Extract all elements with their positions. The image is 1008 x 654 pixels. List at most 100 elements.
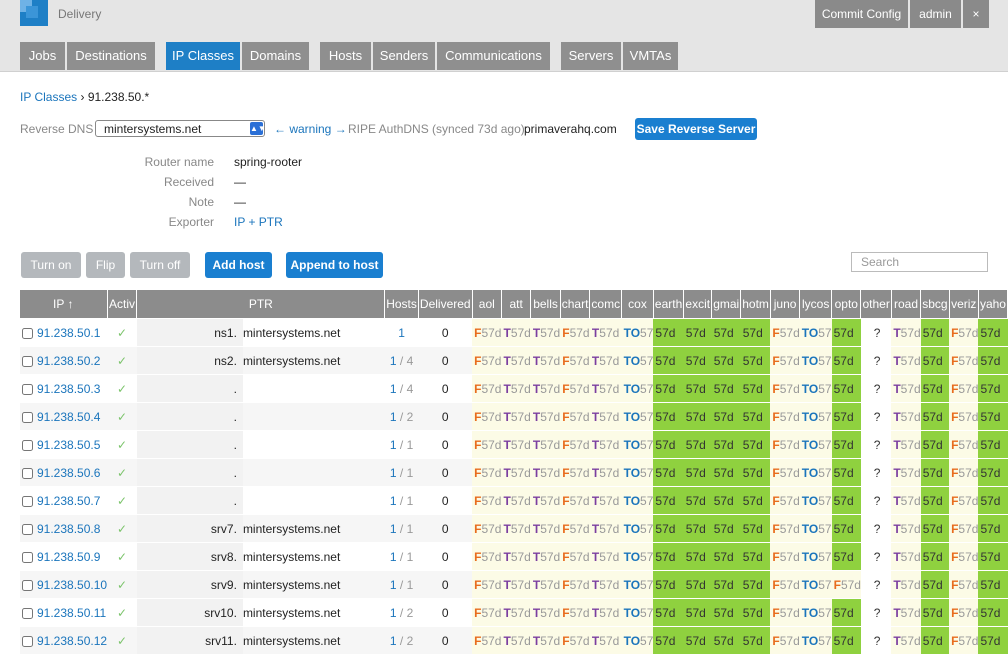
provider-status-cell[interactable]: T57d <box>501 459 530 487</box>
provider-status-cell[interactable]: TO57 <box>800 431 832 459</box>
provider-status-cell[interactable]: ? <box>861 459 891 487</box>
ptr-prefix[interactable]: ns1. <box>137 319 243 347</box>
row-checkbox[interactable] <box>22 636 33 647</box>
provider-status-cell[interactable]: F57d <box>560 599 590 627</box>
provider-status-cell[interactable]: ? <box>861 543 891 571</box>
ip-link[interactable]: 91.238.50.2 <box>37 354 100 368</box>
provider-status-cell[interactable]: F57d <box>472 571 501 599</box>
provider-status-cell[interactable]: 57d <box>741 459 771 487</box>
provider-status-cell[interactable]: F57d <box>832 571 861 599</box>
ip-link[interactable]: 91.238.50.6 <box>37 466 100 480</box>
provider-status-cell[interactable]: F57d <box>949 599 978 627</box>
provider-status-cell[interactable]: T57d <box>531 599 560 627</box>
active-check-icon[interactable]: ✓ <box>107 599 137 627</box>
hosts-cell[interactable]: 1 / 2 <box>385 599 419 627</box>
active-check-icon[interactable]: ✓ <box>107 487 137 515</box>
ptr-domain[interactable] <box>243 403 385 431</box>
provider-status-cell[interactable]: T57d <box>590 543 622 571</box>
reverse-dns-select[interactable]: mintersystems.net ▲▼ <box>95 120 265 137</box>
provider-status-cell[interactable]: ? <box>861 347 891 375</box>
ip-link[interactable]: 91.238.50.3 <box>37 382 100 396</box>
provider-status-cell[interactable]: 57d <box>832 403 861 431</box>
provider-status-cell[interactable]: T57d <box>590 431 622 459</box>
col-header-provider[interactable]: excit <box>684 290 712 319</box>
row-checkbox[interactable] <box>22 412 33 423</box>
provider-status-cell[interactable]: TO57 <box>622 431 654 459</box>
provider-status-cell[interactable]: F57d <box>770 319 799 347</box>
provider-status-cell[interactable]: ? <box>861 375 891 403</box>
provider-status-cell[interactable]: 57d <box>712 599 741 627</box>
provider-status-cell[interactable]: T57d <box>531 375 560 403</box>
provider-status-cell[interactable]: F57d <box>770 403 799 431</box>
col-header-provider[interactable]: veriz <box>949 290 978 319</box>
tab-vmtas[interactable]: VMTAs <box>623 42 678 70</box>
provider-status-cell[interactable]: 57d <box>921 515 949 543</box>
provider-status-cell[interactable]: TO57 <box>800 403 832 431</box>
col-header-provider[interactable]: sbcg <box>921 290 949 319</box>
provider-status-cell[interactable]: F57d <box>472 515 501 543</box>
add-host-button[interactable]: Add host <box>205 252 272 278</box>
provider-status-cell[interactable]: T57d <box>590 627 622 654</box>
provider-status-cell[interactable]: F57d <box>949 627 978 654</box>
ip-link[interactable]: 91.238.50.11 <box>37 606 106 620</box>
provider-status-cell[interactable]: 57d <box>978 487 1007 515</box>
provider-status-cell[interactable]: 57d <box>832 627 861 654</box>
provider-status-cell[interactable]: F57d <box>560 515 590 543</box>
provider-status-cell[interactable]: F57d <box>472 459 501 487</box>
table-row[interactable]: 91.238.50.5✓.1 / 10F57dT57dT57dF57dT57dT… <box>20 431 1008 459</box>
warning-link[interactable]: ← warning → <box>274 122 347 136</box>
ptr-domain[interactable] <box>243 459 385 487</box>
table-row[interactable]: 91.238.50.11✓srv10.mintersystems.net1 / … <box>20 599 1008 627</box>
provider-status-cell[interactable]: T57d <box>891 459 920 487</box>
ptr-prefix[interactable]: srv9. <box>137 571 243 599</box>
provider-status-cell[interactable]: 57d <box>712 347 741 375</box>
provider-status-cell[interactable]: TO57 <box>622 347 654 375</box>
active-check-icon[interactable]: ✓ <box>107 515 137 543</box>
row-checkbox[interactable] <box>22 580 33 591</box>
provider-status-cell[interactable]: 57d <box>921 319 949 347</box>
search-input[interactable]: Search <box>851 252 988 272</box>
provider-status-cell[interactable]: F57d <box>949 515 978 543</box>
provider-status-cell[interactable]: F57d <box>472 599 501 627</box>
provider-status-cell[interactable]: 57d <box>832 459 861 487</box>
provider-status-cell[interactable]: 57d <box>684 571 712 599</box>
provider-status-cell[interactable]: T57d <box>531 515 560 543</box>
provider-status-cell[interactable]: F57d <box>770 571 799 599</box>
provider-status-cell[interactable]: TO57 <box>800 487 832 515</box>
provider-status-cell[interactable]: 57d <box>653 431 683 459</box>
tab-domains[interactable]: Domains <box>242 42 309 70</box>
tab-servers[interactable]: Servers <box>561 42 621 70</box>
provider-status-cell[interactable]: T57d <box>501 347 530 375</box>
provider-status-cell[interactable]: T57d <box>501 403 530 431</box>
row-checkbox[interactable] <box>22 552 33 563</box>
provider-status-cell[interactable]: TO57 <box>622 571 654 599</box>
ptr-prefix[interactable]: srv7. <box>137 515 243 543</box>
provider-status-cell[interactable]: T57d <box>590 599 622 627</box>
active-check-icon[interactable]: ✓ <box>107 431 137 459</box>
provider-status-cell[interactable]: F57d <box>560 403 590 431</box>
col-header-provider[interactable]: bells <box>531 290 560 319</box>
provider-status-cell[interactable]: T57d <box>531 487 560 515</box>
provider-status-cell[interactable]: 57d <box>684 487 712 515</box>
provider-status-cell[interactable]: T57d <box>501 487 530 515</box>
provider-status-cell[interactable]: ? <box>861 487 891 515</box>
col-header-delivered[interactable]: Delivered <box>418 290 472 319</box>
hosts-cell[interactable]: 1 <box>385 319 419 347</box>
provider-status-cell[interactable]: 57d <box>712 375 741 403</box>
table-row[interactable]: 91.238.50.12✓srv11.mintersystems.net1 / … <box>20 627 1008 654</box>
provider-status-cell[interactable]: T57d <box>891 431 920 459</box>
ip-link[interactable]: 91.238.50.5 <box>37 438 100 452</box>
provider-status-cell[interactable]: 57d <box>653 571 683 599</box>
provider-status-cell[interactable]: 57d <box>832 599 861 627</box>
provider-status-cell[interactable]: F57d <box>560 431 590 459</box>
provider-status-cell[interactable]: F57d <box>472 375 501 403</box>
col-header-provider[interactable]: gmai <box>712 290 741 319</box>
provider-status-cell[interactable]: 57d <box>653 459 683 487</box>
provider-status-cell[interactable]: T57d <box>501 375 530 403</box>
provider-status-cell[interactable]: F57d <box>472 431 501 459</box>
hosts-cell[interactable]: 1 / 1 <box>385 431 419 459</box>
provider-status-cell[interactable]: 57d <box>832 347 861 375</box>
provider-status-cell[interactable]: 57d <box>741 487 771 515</box>
col-header-provider[interactable]: comc <box>590 290 622 319</box>
ip-link[interactable]: 91.238.50.10 <box>37 578 107 592</box>
